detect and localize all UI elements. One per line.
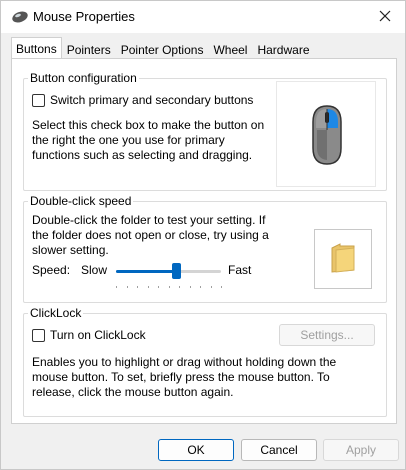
clicklock-description: Enables you to highlight or drag without… xyxy=(32,355,337,399)
slider-tick xyxy=(158,286,159,288)
button-configuration-group: Button configuration Switch primary and … xyxy=(23,71,387,191)
tab-hardware[interactable]: Hardware xyxy=(252,39,315,59)
slider-thumb[interactable] xyxy=(172,263,182,279)
ok-button[interactable]: OK xyxy=(158,439,234,461)
tab-buttons[interactable]: Buttons xyxy=(11,37,62,58)
slider-tick xyxy=(189,286,191,288)
folder-icon xyxy=(330,242,356,277)
double-click-speed-slider[interactable] xyxy=(116,270,221,273)
speed-label: Speed: xyxy=(32,263,71,277)
slider-tick xyxy=(200,286,201,288)
group-title-clicklock: ClickLock xyxy=(28,306,84,320)
test-folder[interactable] xyxy=(314,229,372,289)
mouse-preview xyxy=(276,81,376,187)
slider-tick xyxy=(147,286,149,288)
double-click-description: Double-click the folder to test your set… xyxy=(32,213,269,257)
buttons-tab-panel: Button configuration Switch primary and … xyxy=(11,58,397,424)
switch-buttons-label: Switch primary and secondary buttons xyxy=(50,93,254,107)
mouse-illustration-icon xyxy=(307,104,347,169)
mouse-properties-window: Mouse Properties Buttons Pointers Pointe… xyxy=(0,0,406,470)
tab-wheel[interactable]: Wheel xyxy=(208,39,253,59)
button-config-description: Select this check box to make the button… xyxy=(32,118,265,162)
group-title-button-configuration: Button configuration xyxy=(28,71,139,85)
tab-strip: Buttons Pointers Pointer Options Wheel H… xyxy=(11,37,315,59)
clicklock-label: Turn on ClickLock xyxy=(50,328,146,342)
checkbox-box[interactable] xyxy=(32,93,45,107)
double-click-speed-group: Double-click speed Double-click the fold… xyxy=(23,194,387,303)
close-icon xyxy=(379,10,391,25)
slider-tick xyxy=(137,286,138,288)
slow-label: Slow xyxy=(81,263,108,277)
group-title-double-click-speed: Double-click speed xyxy=(28,194,134,208)
clicklock-checkbox[interactable]: Turn on ClickLock xyxy=(32,328,146,342)
cancel-button[interactable]: Cancel xyxy=(241,439,317,461)
slider-tick xyxy=(221,286,222,288)
slider-tick xyxy=(210,286,212,288)
slider-tick xyxy=(179,286,180,288)
window-title: Mouse Properties xyxy=(33,9,135,24)
switch-buttons-checkbox[interactable]: Switch primary and secondary buttons xyxy=(32,93,253,107)
clicklock-group: ClickLock Turn on ClickLock Settings... … xyxy=(23,306,387,417)
mouse-icon xyxy=(11,10,29,24)
clicklock-settings-button[interactable]: Settings... xyxy=(279,324,375,346)
apply-button[interactable]: Apply xyxy=(323,439,399,461)
tab-pointers[interactable]: Pointers xyxy=(61,39,116,59)
slider-tick xyxy=(126,286,128,288)
title-bar: Mouse Properties xyxy=(1,1,405,33)
slider-tick xyxy=(168,286,170,288)
checkbox-box[interactable] xyxy=(32,328,45,342)
slider-fill xyxy=(116,270,177,273)
fast-label: Fast xyxy=(228,263,252,277)
close-button[interactable] xyxy=(365,1,405,33)
slider-tick xyxy=(116,286,117,288)
tab-pointer-options[interactable]: Pointer Options xyxy=(115,39,209,59)
